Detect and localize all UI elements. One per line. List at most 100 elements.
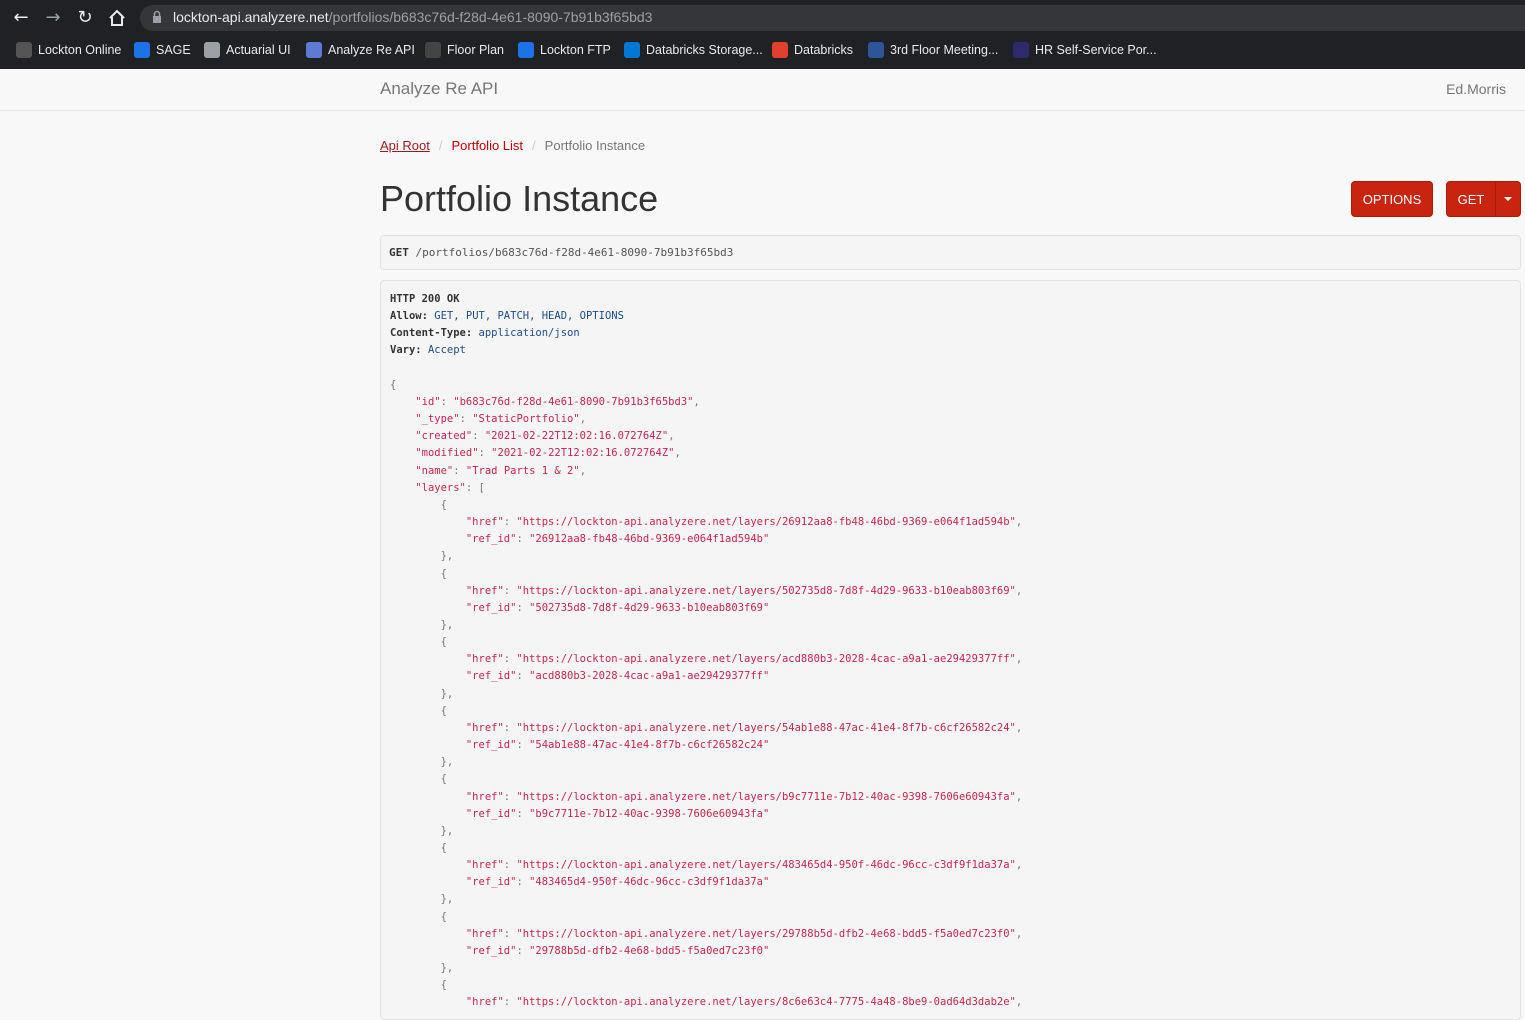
bookmark-item[interactable]: Floor Plan [425, 38, 504, 62]
json-punct: , [579, 464, 587, 477]
header-value: Accept [427, 344, 466, 357]
header-key: Content-Type: [390, 327, 473, 340]
home-icon[interactable] [105, 6, 129, 30]
json-punct: : [503, 653, 517, 666]
json-key: "ref_id" [465, 533, 517, 546]
json-string-value: "StaticPortfolio" [472, 413, 580, 426]
json-key: "href" [465, 653, 504, 666]
url-text: lockton-api.analyzere.net/portfolios/b68… [173, 9, 653, 25]
json-string-value: "acd880b3-2028-4cac-a9a1-ae29429377ff" [529, 670, 770, 683]
sage-icon [134, 42, 150, 58]
json-key: "href" [465, 584, 504, 597]
json-key: "layers" [415, 481, 466, 494]
get-button[interactable]: GET [1446, 181, 1496, 217]
json-punct: : [516, 944, 530, 957]
json-punct: , [668, 430, 675, 443]
bookmark-label: Analyze Re API [328, 43, 415, 57]
json-brace: { [440, 498, 447, 511]
json-punct: , [1015, 721, 1023, 734]
json-brace: }, [440, 756, 454, 769]
browser-chrome: ← → ↻ lockton-api.analyzere.net/portfoli… [0, 0, 1525, 69]
breadcrumb-api-root[interactable]: Api Root [380, 138, 430, 153]
request-info: GET /portfolios/b683c76d-f28d-4e61-8090-… [380, 235, 1521, 270]
json-brace: { [440, 773, 447, 786]
json-punct: , [1015, 859, 1023, 872]
json-key: "href" [465, 927, 504, 940]
json-key: "href" [465, 996, 504, 1009]
header-value: GET, PUT, PATCH, HEAD, OPTIONS [434, 310, 624, 323]
json-punct: : [516, 533, 530, 546]
json-string-value: "b683c76d-f28d-4e61-8090-7b91b3f65bd3" [453, 395, 694, 408]
json-punct: , [579, 413, 587, 426]
request-method: GET [389, 246, 409, 259]
request-path: /portfolios/b683c76d-f28d-4e61-8090-7b91… [415, 246, 734, 259]
json-punct: : [503, 996, 517, 1009]
bookmark-label: Lockton Online [38, 43, 122, 57]
json-key: "ref_id" [465, 670, 517, 683]
response-info: HTTP 200 OK Allow: GET, PUT, PATCH, HEAD… [380, 280, 1521, 1020]
reload-icon[interactable]: ↻ [73, 6, 97, 30]
bookmark-item[interactable]: Analyze Re API [306, 38, 415, 62]
json-key: "href" [465, 859, 504, 872]
bookmark-item[interactable]: Databricks Storage... [624, 38, 763, 62]
options-button[interactable]: OPTIONS [1351, 181, 1433, 217]
caret-down-icon [1504, 197, 1512, 201]
response-content: HTTP 200 OK Allow: GET, PUT, PATCH, HEAD… [390, 291, 1022, 1012]
json-string-value: "https://lockton-api.analyzere.net/layer… [516, 653, 1016, 666]
breadcrumb-portfolio-list[interactable]: Portfolio List [452, 138, 524, 153]
json-punct: : [459, 413, 473, 426]
navbar: Analyze Re API Ed.Morris [0, 69, 1525, 111]
bookmark-label: Databricks [794, 43, 854, 57]
bookmark-item[interactable]: HR Self-Service Por... [1013, 38, 1157, 62]
json-punct: : [478, 447, 492, 460]
json-punct: : [503, 790, 517, 803]
json-string-value: "502735d8-7d8f-4d29-9633-b10eab803f69" [529, 601, 770, 614]
user-menu[interactable]: Ed.Morris [1446, 81, 1506, 97]
json-key: "href" [465, 790, 504, 803]
bookmark-item[interactable]: Databricks [772, 38, 853, 62]
json-key: "ref_id" [465, 944, 517, 957]
bookmark-item[interactable]: Actuarial UI [204, 38, 291, 62]
json-punct: : [516, 876, 530, 889]
json-key: "ref_id" [465, 601, 517, 614]
json-punct: : [516, 807, 530, 820]
json-brace: }, [440, 687, 454, 700]
json-string-value: "https://lockton-api.analyzere.net/layer… [516, 859, 1016, 872]
brand-link[interactable]: Analyze Re API [380, 79, 498, 99]
json-punct: : [ [465, 481, 485, 494]
json-string-value: "26912aa8-fb48-46bd-9369-e064f1ad594b" [529, 533, 770, 546]
json-string-value: "54ab1e88-47ac-41e4-8f7b-c6cf26582c24" [529, 739, 770, 752]
bookmark-label: Actuarial UI [226, 43, 291, 57]
globe-icon [204, 42, 220, 58]
json-punct: : [503, 721, 517, 734]
json-brace: }, [440, 824, 454, 837]
json-string-value: "https://lockton-api.analyzere.net/layer… [516, 516, 1016, 529]
json-brace: { [440, 910, 447, 923]
header-key: Allow: [390, 310, 428, 323]
json-key: "ref_id" [465, 739, 517, 752]
json-string-value: "https://lockton-api.analyzere.net/layer… [516, 927, 1016, 940]
bookmark-item[interactable]: Lockton FTP [518, 38, 611, 62]
lockton-icon [16, 42, 32, 58]
json-brace: { [390, 378, 397, 391]
lock-icon [153, 10, 161, 23]
json-brace: { [440, 979, 447, 992]
address-bar[interactable]: lockton-api.analyzere.net/portfolios/b68… [140, 5, 1525, 31]
azure-icon [624, 42, 640, 58]
bookmark-item[interactable]: SAGE [134, 38, 191, 62]
floorplan-icon [425, 42, 441, 58]
analyzere-icon [306, 42, 322, 58]
bookmark-item[interactable]: 3rd Floor Meeting... [868, 38, 998, 62]
response-status: HTTP 200 OK [390, 293, 460, 305]
bookmark-item[interactable]: Lockton Online [16, 38, 121, 62]
forward-icon[interactable]: → [41, 6, 65, 30]
json-punct: , [1015, 516, 1023, 529]
m-icon [1013, 42, 1029, 58]
json-punct: : [440, 395, 454, 408]
json-punct: : [516, 670, 530, 683]
back-icon[interactable]: ← [9, 6, 33, 30]
json-punct: , [674, 447, 681, 460]
json-key: "href" [465, 721, 504, 734]
json-brace: }, [440, 550, 454, 563]
get-format-dropdown[interactable] [1495, 181, 1521, 217]
